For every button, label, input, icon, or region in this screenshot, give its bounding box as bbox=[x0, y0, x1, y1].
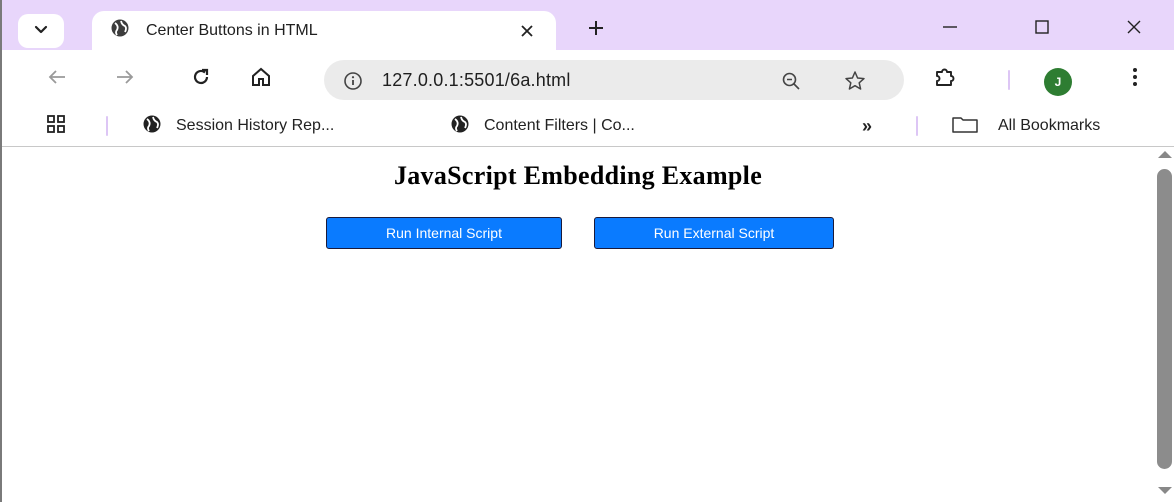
site-info-icon[interactable] bbox=[340, 68, 366, 94]
bookmarks-divider bbox=[106, 116, 108, 136]
window-close-icon bbox=[1125, 18, 1143, 41]
minimize-button[interactable] bbox=[930, 12, 970, 46]
browser-toolbar: 127.0.0.1:5501/6a.html bbox=[2, 50, 1174, 108]
all-bookmarks-label: All Bookmarks bbox=[998, 117, 1101, 134]
reload-icon bbox=[190, 66, 212, 93]
bookmark-item[interactable]: Content Filters | Co... bbox=[450, 112, 635, 140]
profile-avatar[interactable]: J bbox=[1044, 68, 1072, 96]
globe-icon bbox=[110, 18, 130, 43]
tab-search-button[interactable] bbox=[18, 14, 64, 48]
apps-button[interactable] bbox=[46, 112, 66, 140]
forward-arrow-icon bbox=[114, 66, 136, 93]
close-icon[interactable] bbox=[514, 18, 540, 44]
maximize-button[interactable] bbox=[1022, 12, 1062, 46]
back-arrow-icon bbox=[46, 66, 68, 93]
toolbar-divider bbox=[1008, 70, 1010, 90]
bookmarks-overflow-button[interactable]: » bbox=[862, 112, 872, 140]
menu-button[interactable] bbox=[1120, 64, 1150, 94]
plus-icon bbox=[587, 16, 605, 44]
zoom-icon[interactable] bbox=[778, 68, 804, 94]
maximize-icon bbox=[1033, 18, 1051, 41]
bookmark-item[interactable]: Session History Rep... bbox=[142, 112, 334, 140]
active-tab[interactable]: Center Buttons in HTML bbox=[92, 11, 556, 50]
new-tab-button[interactable] bbox=[582, 16, 610, 44]
reload-button[interactable] bbox=[186, 64, 216, 94]
all-bookmarks-button[interactable]: All Bookmarks bbox=[950, 112, 1100, 140]
extensions-button[interactable] bbox=[930, 64, 960, 94]
bookmark-label: Session History Rep... bbox=[176, 117, 335, 134]
tab-search-icon bbox=[33, 21, 49, 42]
scroll-up-arrow[interactable] bbox=[1158, 151, 1172, 158]
bookmarks-bar: Session History Rep... Content Filters |… bbox=[2, 108, 1174, 144]
window-close-button[interactable] bbox=[1114, 12, 1154, 46]
star-icon[interactable] bbox=[842, 68, 868, 94]
tab-title: Center Buttons in HTML bbox=[146, 21, 318, 39]
url-text: 127.0.0.1:5501/6a.html bbox=[382, 69, 571, 90]
vertical-scrollbar[interactable] bbox=[1154, 147, 1174, 502]
scroll-thumb[interactable] bbox=[1157, 169, 1172, 469]
globe-icon bbox=[142, 114, 162, 139]
scroll-down-arrow[interactable] bbox=[1158, 487, 1172, 494]
extensions-icon bbox=[933, 65, 957, 94]
bookmark-label: Content Filters | Co... bbox=[484, 117, 635, 134]
bookmarks-divider bbox=[916, 116, 918, 136]
address-bar[interactable]: 127.0.0.1:5501/6a.html bbox=[324, 60, 904, 100]
home-button[interactable] bbox=[246, 64, 276, 94]
forward-button[interactable] bbox=[110, 64, 140, 94]
tab-strip: Center Buttons in HTML bbox=[2, 0, 1174, 50]
home-icon bbox=[250, 66, 272, 93]
back-button[interactable] bbox=[42, 64, 72, 94]
run-external-script-button[interactable]: Run External Script bbox=[594, 217, 834, 249]
browser-window: Center Buttons in HTML 127.0.0.1:5501/6a… bbox=[0, 0, 1174, 502]
minimize-icon bbox=[941, 18, 959, 41]
folder-icon bbox=[950, 114, 980, 139]
run-internal-script-button[interactable]: Run Internal Script bbox=[326, 217, 562, 249]
more-vert-icon bbox=[1131, 66, 1139, 93]
page-content: JavaScript Embedding Example Run Interna… bbox=[2, 147, 1154, 502]
globe-icon bbox=[450, 114, 470, 139]
page-heading: JavaScript Embedding Example bbox=[393, 161, 763, 190]
apps-grid-icon bbox=[46, 114, 66, 139]
